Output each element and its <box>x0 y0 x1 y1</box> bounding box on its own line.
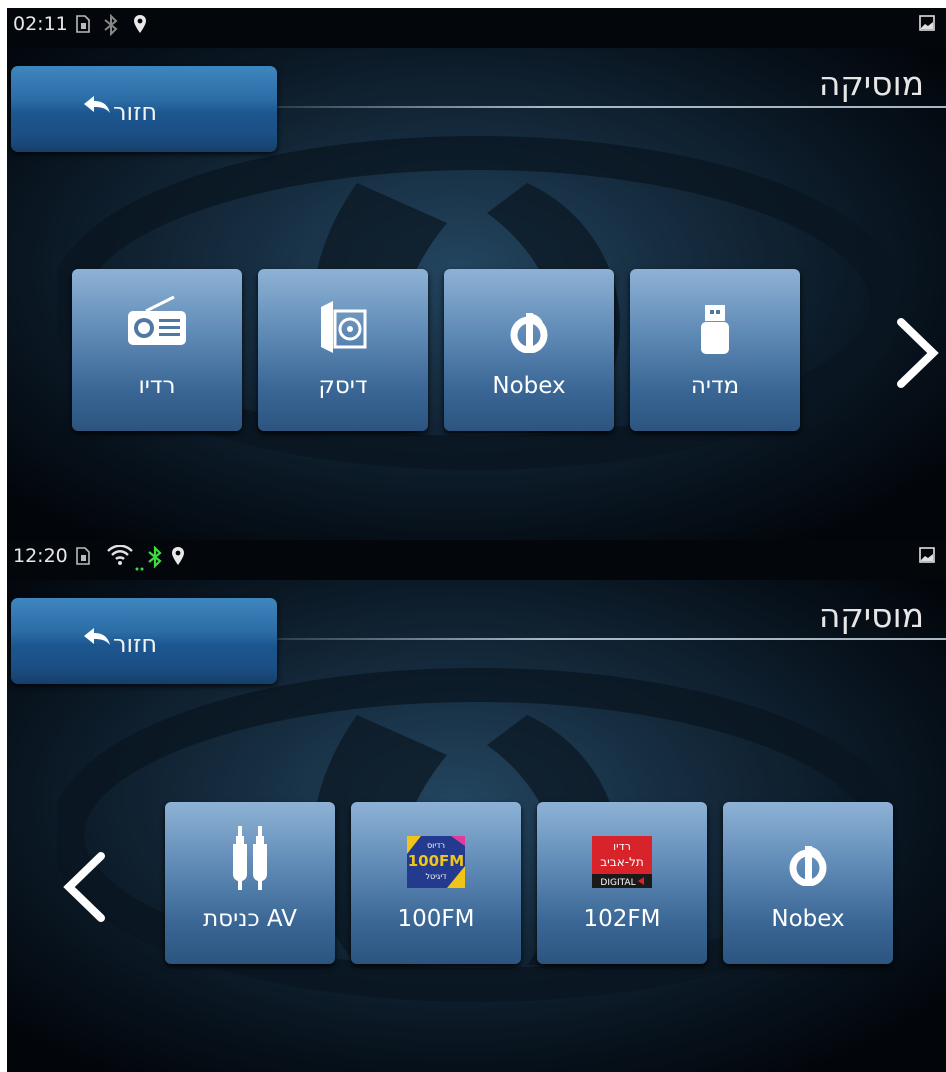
back-button[interactable]: חזור <box>11 598 277 684</box>
nobex-icon <box>786 842 830 890</box>
tile-media[interactable]: מדיה <box>630 269 800 431</box>
tile-label: מדיה <box>690 373 740 399</box>
wifi-icon <box>107 544 133 570</box>
location-pin-icon <box>133 14 147 39</box>
back-arrow-icon <box>83 94 111 120</box>
gallery-icon <box>919 546 935 568</box>
status-bar: 02:11 <box>7 8 946 42</box>
svg-text:DIGITAL: DIGITAL <box>600 878 635 888</box>
100fm-logo: רדיוס 100FM דיגיטל <box>407 836 465 892</box>
back-button[interactable]: חזור <box>11 66 277 152</box>
page-title: מוסיקה <box>818 64 924 103</box>
tile-radio[interactable]: רדיו <box>72 269 242 431</box>
svg-text:דיגיטל: דיגיטל <box>426 872 448 881</box>
tile-label: כניסת AV <box>203 906 297 932</box>
next-page-arrow-icon[interactable] <box>895 318 939 392</box>
usb-icon <box>700 305 730 359</box>
tile-nobex[interactable]: Nobex <box>723 802 893 964</box>
radio-icon <box>126 295 188 351</box>
tile-102fm[interactable]: רדיו תל-אביב DIGITAL 102FM <box>537 802 707 964</box>
tile-label: Nobex <box>771 906 845 932</box>
status-bar: 12:20 <box>7 540 946 574</box>
svg-text:רדיוס: רדיוס <box>427 841 445 850</box>
tile-label: 102FM <box>583 906 661 932</box>
tile-label: 100FM <box>397 906 475 932</box>
gallery-icon <box>919 14 935 36</box>
disc-icon <box>319 299 367 359</box>
svg-text:100FM: 100FM <box>408 852 464 870</box>
back-button-label: חזור <box>113 630 158 658</box>
svg-text:רדיו: רדיו <box>613 840 631 853</box>
title-divider <box>277 638 946 640</box>
tile-disc[interactable]: דיסק <box>258 269 428 431</box>
tile-av-input[interactable]: כניסת AV <box>165 802 335 964</box>
music-screen-page-1: 02:11 מוסיקה חזור מדיה Nobex דיסק רדיו <box>7 8 946 540</box>
back-arrow-icon <box>83 626 111 652</box>
location-pin-icon <box>171 546 185 571</box>
tile-100fm[interactable]: רדיוס 100FM דיגיטל 100FM <box>351 802 521 964</box>
radio-tel-aviv-logo: רדיו תל-אביב DIGITAL <box>592 836 652 892</box>
status-time: 12:20 <box>13 545 68 567</box>
previous-page-arrow-icon[interactable] <box>63 852 107 926</box>
bluetooth-icon <box>147 545 163 573</box>
tile-nobex[interactable]: Nobex <box>444 269 614 431</box>
title-divider <box>277 106 946 108</box>
tile-label: דיסק <box>318 373 368 399</box>
tile-label: Nobex <box>492 373 566 399</box>
svg-text:תל-אביב: תל-אביב <box>600 855 644 869</box>
back-button-label: חזור <box>113 98 158 126</box>
nobex-icon <box>507 309 551 357</box>
status-time: 02:11 <box>13 13 68 35</box>
sim-alert-icon <box>75 14 91 39</box>
av-cable-icon <box>230 826 270 894</box>
page-title: מוסיקה <box>818 596 924 635</box>
connection-dots-icon <box>135 554 147 576</box>
sim-alert-icon <box>75 546 91 571</box>
bluetooth-icon <box>103 13 119 41</box>
music-screen-page-2: 12:20 מוסיקה חזור Nobex רדיו תל-אביב DIG… <box>7 540 946 1072</box>
tile-label: רדיו <box>138 373 176 399</box>
